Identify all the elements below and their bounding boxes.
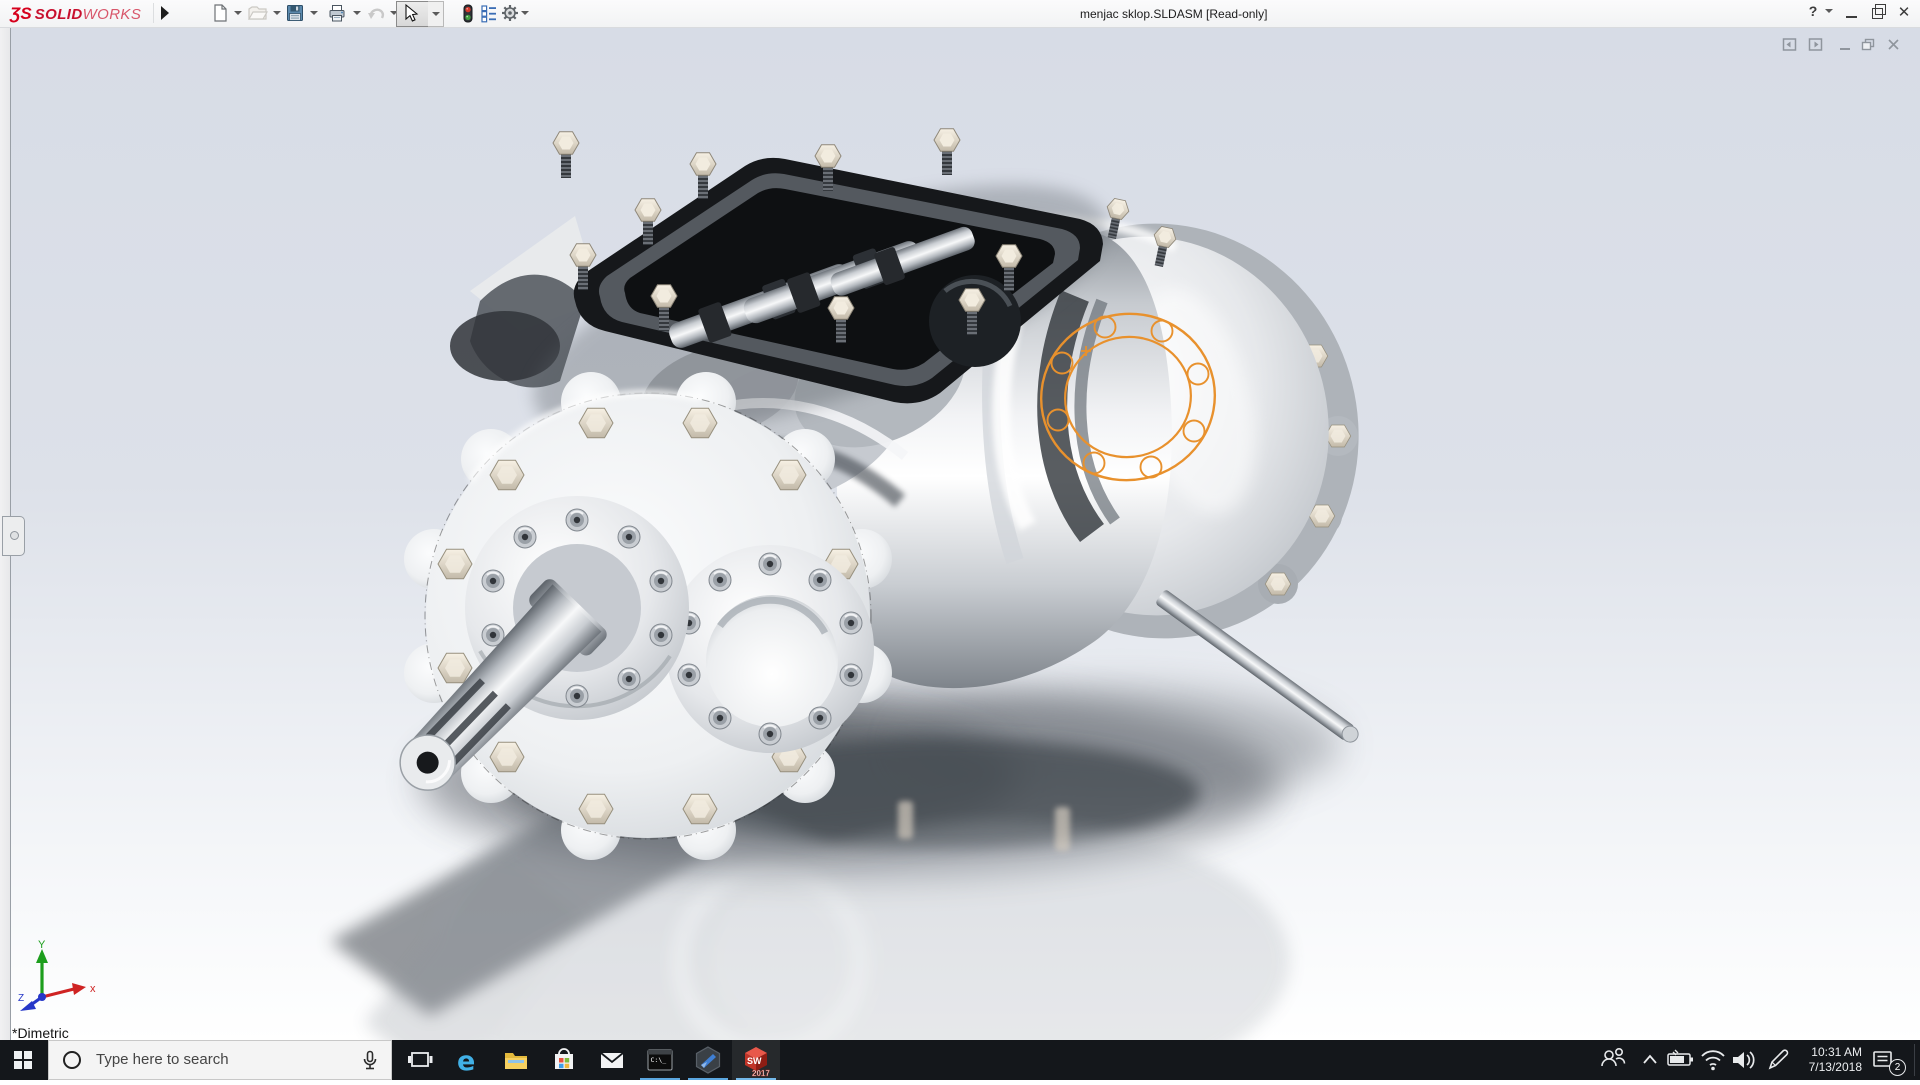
hidden-icons-chevron[interactable]: [1638, 1040, 1662, 1080]
splitter-dot-icon: [10, 531, 19, 540]
microphone-icon[interactable]: [361, 1050, 379, 1072]
settings-dropdown[interactable]: [521, 11, 529, 15]
print-button[interactable]: [327, 3, 347, 23]
windows-ink-pen-icon[interactable]: [1762, 1040, 1792, 1080]
svg-text:SW: SW: [747, 1056, 762, 1066]
options-list-icon[interactable]: [479, 3, 499, 23]
restore-button[interactable]: [1872, 8, 1883, 19]
undo-button[interactable]: [365, 3, 385, 23]
select-tool-dropdown[interactable]: [428, 1, 444, 27]
solidworks-logo: ƷSSOLIDWORKS: [10, 4, 141, 24]
gearbox-model-viewport[interactable]: [0, 28, 1920, 1041]
doc-minimize-button[interactable]: [1838, 37, 1852, 58]
doc-close-button[interactable]: [1886, 37, 1902, 58]
notification-badge: 2: [1889, 1059, 1906, 1076]
traffic-light-icon[interactable]: [458, 3, 478, 23]
right-bearing-flange[interactable]: [666, 545, 874, 753]
print-dropdown[interactable]: [353, 11, 361, 15]
taskbar-search[interactable]: Type here to search: [48, 1040, 392, 1080]
save-button[interactable]: [285, 3, 305, 23]
graphics-area: Y x Z *Dimetric: [0, 27, 1920, 1041]
microsoft-edge-icon[interactable]: e: [444, 1040, 492, 1080]
panel-splitter-tab[interactable]: [2, 516, 25, 556]
svg-text:e: e: [457, 1046, 475, 1075]
open-document-button[interactable]: [247, 3, 267, 23]
view-orientation-label: *Dimetric: [12, 1025, 69, 1041]
windows-taskbar: Type here to search e C:\_ SW2017: [0, 1040, 1920, 1080]
people-icon[interactable]: [1596, 1040, 1630, 1080]
document-title: menjac sklop.SLDASM [Read-only]: [1080, 7, 1267, 21]
volume-icon[interactable]: [1728, 1040, 1760, 1080]
expand-left-pane-button[interactable]: [1782, 37, 1798, 58]
clock-time: 10:31 AM: [1796, 1045, 1862, 1060]
orientation-triad: Y x Z: [16, 939, 106, 1011]
toolbar-separator: [153, 3, 154, 23]
doc-restore-button[interactable]: [1860, 37, 1876, 58]
svg-text:C:\_: C:\_: [651, 1056, 667, 1064]
titlebar: ƷSSOLIDWORKS menjac sklop.SLDASM [Read-o…: [0, 0, 1920, 28]
microsoft-store-icon[interactable]: [540, 1040, 588, 1080]
start-button[interactable]: [0, 1040, 48, 1080]
expand-right-pane-button[interactable]: [1808, 37, 1824, 58]
new-document-dropdown[interactable]: [234, 11, 242, 15]
mail-icon[interactable]: [588, 1040, 636, 1080]
ds-logo-glyph: ƷS: [10, 4, 32, 23]
task-view-button[interactable]: [396, 1040, 444, 1080]
command-prompt-icon[interactable]: C:\_: [636, 1040, 684, 1080]
clock-date: 7/13/2018: [1796, 1060, 1862, 1075]
solidworks-2017-icon[interactable]: SW2017: [732, 1040, 780, 1080]
axis-z-label: Z: [18, 993, 24, 1004]
file-explorer-icon[interactable]: [492, 1040, 540, 1080]
axis-y-label: Y: [38, 939, 46, 951]
help-button[interactable]: ?: [1804, 3, 1822, 23]
windows-logo-icon: [14, 1051, 32, 1069]
save-dropdown[interactable]: [310, 11, 318, 15]
minimize-button[interactable]: [1846, 16, 1857, 18]
taskbar-clock[interactable]: 10:31 AM 7/13/2018: [1796, 1045, 1862, 1075]
open-dropdown[interactable]: [273, 11, 281, 15]
close-button[interactable]: ✕: [1896, 3, 1912, 23]
cortana-circle-icon: [63, 1051, 81, 1069]
hexagon-utility-icon[interactable]: [684, 1040, 732, 1080]
search-placeholder: Type here to search: [96, 1041, 229, 1079]
wifi-icon[interactable]: [1698, 1040, 1728, 1080]
menu-flyout-arrow[interactable]: [161, 6, 169, 20]
new-document-button[interactable]: [210, 3, 230, 23]
settings-gear-icon[interactable]: [500, 3, 520, 23]
battery-icon[interactable]: [1664, 1040, 1696, 1080]
select-tool-button[interactable]: [396, 1, 429, 27]
axis-x-label: x: [90, 983, 96, 995]
show-desktop-divider[interactable]: [1914, 1044, 1915, 1076]
help-dropdown[interactable]: [1825, 9, 1833, 13]
